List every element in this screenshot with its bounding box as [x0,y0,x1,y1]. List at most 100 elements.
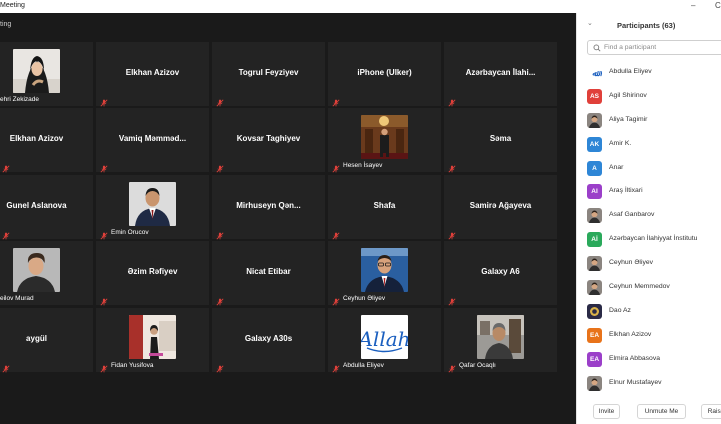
participant-name: Azərbaycan İlahiyyat İnstitutu [609,235,698,243]
muted-mic-icon [100,227,108,240]
video-tile[interactable]: Gunel Aslanova [0,175,93,240]
participant-avatar-initials: AK [587,136,602,152]
participant-row[interactable]: Aİ Azərbaycan İlahiyyat İnstitutu [577,229,721,253]
participants-header: ⌄ Participants (63) [577,13,721,35]
participant-name: Anar [609,163,624,171]
tile-display-name: Əzim Rəfiyev [127,267,178,276]
muted-mic-icon [2,160,10,173]
participant-video-thumbnail [13,49,60,93]
video-tile[interactable]: Azərbaycan İlahi... [444,42,557,107]
video-tile[interactable]: iPhone (Ulker) [328,42,441,107]
video-tile[interactable]: Galaxy A30s [212,308,325,373]
search-input[interactable] [604,42,714,53]
muted-mic-icon [2,360,10,373]
search-icon [593,44,601,52]
muted-mic-icon [216,360,224,373]
participants-footer: Invite Unmute Me Raise [577,399,721,424]
tile-display-name: Mirhuseyn Qən... [236,201,301,210]
muted-mic-icon [2,227,10,240]
video-gallery: ting ehri Zekizade Elkhan Azizov Togrul Fe… [0,13,576,424]
participant-row[interactable]: ﷲ Abdulla Eliyev [577,62,721,86]
muted-mic-icon [332,160,340,173]
video-tile[interactable]: Samirə Ağayeva [444,175,557,240]
video-tile[interactable]: Emin Orucov [96,175,209,240]
video-tile[interactable]: Fidan Yusifova [96,308,209,373]
video-tile[interactable]: Hesen İsayev [328,108,441,173]
video-tile[interactable]: Togrul Feyziyev [212,42,325,107]
video-tile[interactable]: Ceyhun Əliyev [328,241,441,306]
video-tile[interactable]: Shafa [328,175,441,240]
participant-avatar-photo [587,375,602,391]
participant-name: Araş İltixari [609,187,643,195]
muted-mic-icon [216,94,224,107]
participant-avatar-photo [587,280,602,296]
tile-display-name: Samirə Ağayeva [469,201,532,210]
tile-display-name: Galaxy A6 [481,267,520,276]
video-tile[interactable]: Əzim Rəfiyev [96,241,209,306]
participant-name: Elnur Mustafayev [609,378,662,386]
participant-row[interactable]: Aliya Tagimir [577,110,721,134]
muted-mic-icon [332,293,340,306]
participant-name: Asaf Ganbarov [609,211,655,219]
participant-row[interactable]: Ceyhun Əliyev [577,253,721,277]
video-tile[interactable]: Kovsar Taghiyev [212,108,325,173]
participant-avatar-initials: A [587,160,602,176]
participant-row[interactable]: AI Araş İltixari [577,181,721,205]
participant-avatar-photo [587,112,602,128]
video-tile[interactable]: Galaxy A6 [444,241,557,306]
participant-search[interactable] [587,40,721,55]
video-tile[interactable]: Nicat Etibar [212,241,325,306]
unmute-me-button[interactable]: Unmute Me [637,404,686,419]
video-tile[interactable]: eilov Murad [0,241,93,305]
minimize-button[interactable]: – [691,1,695,10]
participant-row[interactable]: A Anar [577,158,721,182]
close-button[interactable]: C [715,1,721,10]
video-tile[interactable]: ehri Zekizade [0,42,93,106]
participant-row[interactable]: AS Agil Shirinov [577,86,721,110]
muted-mic-icon [100,293,108,306]
muted-mic-icon [332,94,340,107]
participant-video-thumbnail [13,248,60,292]
tile-display-name: Kovsar Taghiyev [236,134,301,143]
video-tile[interactable]: Elkhan Azizov [96,42,209,107]
muted-mic-icon [448,94,456,107]
participant-avatar-photo [587,208,602,224]
participant-row[interactable]: EA Elmira Abbasova [577,349,721,373]
tile-display-name: Gunel Aslanova [6,201,67,210]
tile-display-name: Shafa [373,201,396,210]
participant-row[interactable]: EA Elkhan Azizov [577,325,721,349]
collapse-chevron-icon[interactable]: ⌄ [587,19,593,27]
participant-avatar-initials: Aİ [587,232,602,248]
tile-name-caption: eilov Murad [0,295,34,302]
tile-name-caption: ehri Zekizade [0,96,40,103]
muted-mic-icon [332,227,340,240]
participant-row[interactable]: AK Amir K. [577,134,721,158]
video-tile[interactable]: aygül [0,308,93,373]
tile-display-name: Nicat Etibar [246,267,291,276]
window-title: Meeting [0,2,25,9]
participant-row[interactable]: Asaf Ganbarov [577,205,721,229]
participants-panel: ⌄ Participants (63) ﷲ Abdulla Eliyev AS Agi… [576,13,721,424]
tile-name-caption: Abdulla Eliyev [343,362,384,369]
video-tile[interactable]: Qafar Ocaqlı [444,308,557,373]
muted-mic-icon [100,160,108,173]
raise-hand-button[interactable]: Raise [701,404,721,419]
invite-button[interactable]: Invite [593,404,620,419]
participant-avatar-initials: AI [587,184,602,200]
participant-row[interactable]: Elnur Mustafayev [577,373,721,397]
video-tile[interactable]: Elkhan Azizov [0,108,93,173]
video-tile[interactable]: Vamiq Məmməd... [96,108,209,173]
video-tile[interactable]: Allah Abdulla Eliyev [328,308,441,373]
participant-row[interactable]: Dao Az [577,301,721,325]
participant-row[interactable]: Ceyhun Memmedov [577,277,721,301]
video-tile[interactable]: Mirhuseyn Qən... [212,175,325,240]
participant-name: Elkhan Azizov [609,330,652,338]
video-tile[interactable]: Səma [444,108,557,173]
participant-avatar-initials: EA [587,327,602,343]
participant-name: Dao Az [609,306,631,314]
participants-title: Participants (63) [617,21,676,30]
muted-mic-icon [332,360,340,373]
participant-video-thumbnail [361,115,408,159]
participant-name: Amir K. [609,139,632,147]
tile-name-caption: Emin Orucov [111,229,149,236]
